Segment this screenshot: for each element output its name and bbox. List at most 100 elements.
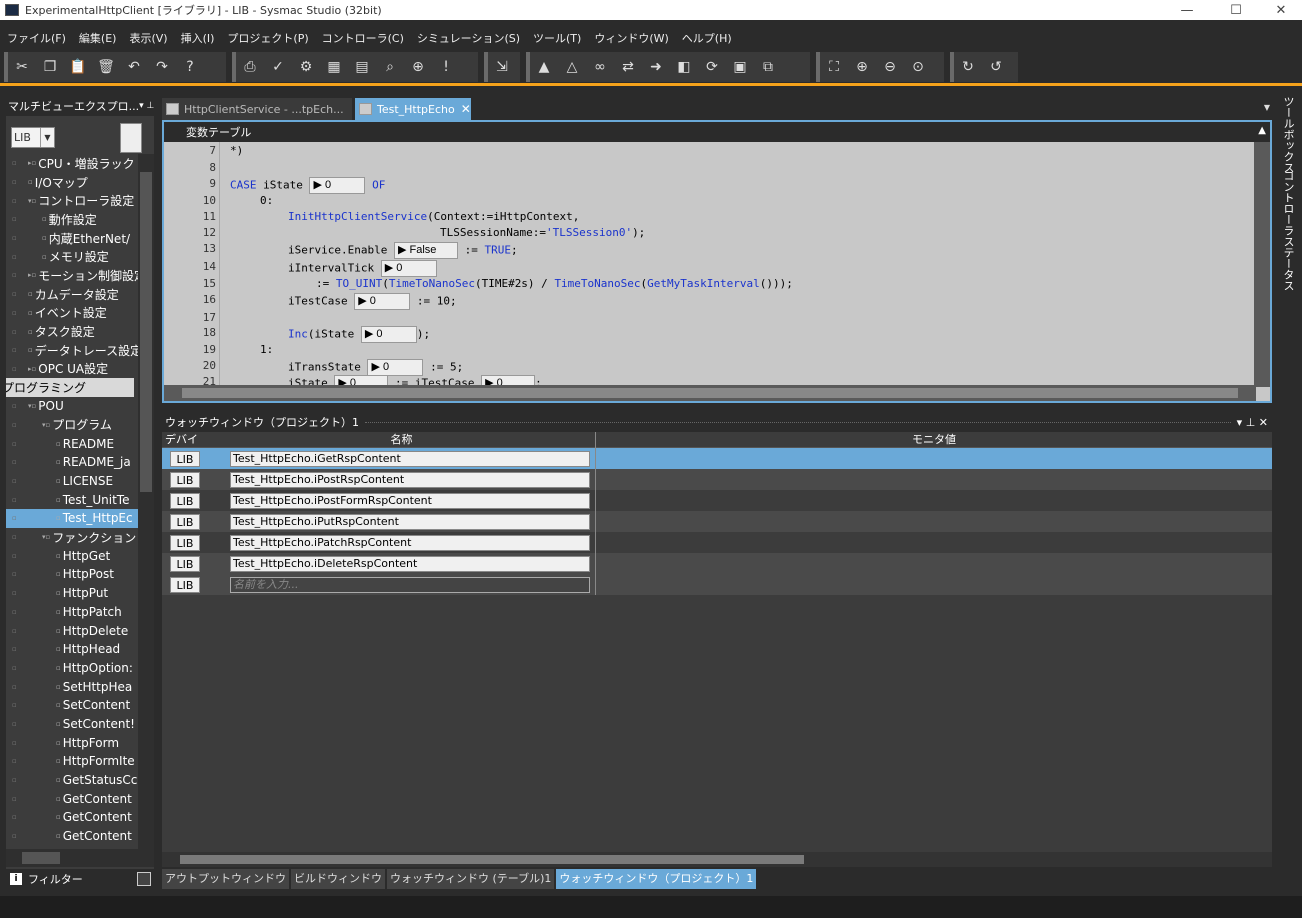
scroll-thumb[interactable] xyxy=(140,172,152,492)
monitor-value[interactable]: ▶ 0 xyxy=(367,359,424,376)
tree-node-icon[interactable]: ▫ xyxy=(56,496,61,504)
menu-window[interactable]: ウィンドウ(W) xyxy=(587,30,674,46)
monitor-value[interactable]: ▶ False xyxy=(393,242,458,259)
tree-node-icon[interactable]: ▫ xyxy=(42,234,47,242)
build-icon[interactable]: ⚙ xyxy=(294,56,318,78)
tree-item[interactable]: ▫ ▾▫ ファンクション xyxy=(6,528,138,547)
offline-icon[interactable]: △ xyxy=(560,56,584,78)
tree-node-icon[interactable]: ▫ xyxy=(56,720,61,728)
zoom-in-icon[interactable]: ⊕ xyxy=(850,56,874,78)
tree-item[interactable]: ▫ ▫ イベント設定 xyxy=(6,304,138,323)
scroll-thumb[interactable] xyxy=(22,852,60,864)
tab-watch-project[interactable]: ウォッチウィンドウ（プロジェクト）1 xyxy=(556,869,757,889)
tree-item[interactable]: ▫ ▫ 動作設定 xyxy=(6,210,138,229)
tree-item[interactable]: ▫ ▫ HttpHead xyxy=(6,640,138,659)
print-icon[interactable]: ⎙ xyxy=(238,56,262,78)
binoculars-icon[interactable]: ⊕ xyxy=(406,56,430,78)
tree-item[interactable]: ▫ ▫ SetContent! xyxy=(6,715,138,734)
tree-node-icon[interactable]: ▫ xyxy=(56,795,61,803)
tab-overflow-icon[interactable]: ▼ xyxy=(1264,103,1270,112)
column-name[interactable]: 名称 xyxy=(208,432,596,448)
help-icon[interactable]: ? xyxy=(178,56,202,78)
tree-node-icon[interactable]: ▫ xyxy=(42,215,47,223)
tab-httpclientservice[interactable]: HttpClientService - ...tpEch... xyxy=(162,98,352,120)
menu-edit[interactable]: 編集(E) xyxy=(72,30,123,46)
tree-node-icon[interactable]: ▫ xyxy=(56,739,61,747)
tree-item[interactable]: ▫ ▾▫ プログラム xyxy=(6,416,138,435)
menu-tools[interactable]: ツール(T) xyxy=(526,30,587,46)
paste-icon[interactable]: 📋 xyxy=(66,56,90,78)
device-selector[interactable]: LIB ▼ xyxy=(11,127,55,148)
watch-device-cell[interactable]: LIB xyxy=(170,577,200,593)
monitor-icon[interactable]: ▣ xyxy=(728,56,752,78)
tree-node-icon[interactable]: ▫ xyxy=(56,458,61,466)
tree-node-icon[interactable]: ▸▫ xyxy=(28,365,36,373)
tree-node-icon[interactable]: ▫ xyxy=(56,477,61,485)
tree-item[interactable]: ▫ ▫ GetStatusCc xyxy=(6,771,138,790)
sync-icon[interactable]: ∞ xyxy=(588,56,612,78)
tab-watch-table[interactable]: ウォッチウィンドウ (テーブル)1 xyxy=(387,869,555,889)
menu-controller[interactable]: コントローラ(C) xyxy=(315,30,410,46)
tree-item[interactable]: ▫ ▫ SetHttpHea xyxy=(6,677,138,696)
tab-close-icon[interactable]: ✕ xyxy=(461,102,471,116)
menu-simulation[interactable]: シミュレーション(S) xyxy=(410,30,526,46)
tree-item[interactable]: ▫ ▫ GetContent xyxy=(6,827,138,846)
tree-node-icon[interactable]: ▾▫ xyxy=(28,197,36,205)
tree-item[interactable]: ▫ ▫ カムデータ設定 xyxy=(6,285,138,304)
watch-name-cell[interactable]: Test_HttpEcho.iPatchRspContent xyxy=(230,535,590,551)
check-icon[interactable]: ✓ xyxy=(266,56,290,78)
monitor-value[interactable]: ▶ 0 xyxy=(354,293,411,310)
tree-item[interactable]: ▫ ▫ GetContent xyxy=(6,808,138,827)
tree-item[interactable]: ▫ ▫ HttpForm xyxy=(6,733,138,752)
compare-icon[interactable]: ▦ xyxy=(322,56,346,78)
controller-status-tab[interactable]: コントローラステータス xyxy=(1280,170,1296,291)
tree-node-icon[interactable]: ▾▫ xyxy=(42,421,50,429)
tree-item[interactable]: ▫ ▫ HttpPut xyxy=(6,584,138,603)
tree-item[interactable]: ▫ ▫ README xyxy=(6,434,138,453)
redo-icon[interactable]: ↷ xyxy=(150,56,174,78)
watch-new-row[interactable]: LIB 名前を入力... xyxy=(162,574,1272,595)
tree-item[interactable]: ▫ ▸▫ CPU・増設ラック xyxy=(6,154,138,173)
scroll-thumb[interactable] xyxy=(182,388,1238,398)
tree-item[interactable]: ▫ ▫ SetContent xyxy=(6,696,138,715)
minimize-button[interactable]: — xyxy=(1164,0,1210,20)
column-device[interactable]: デバイス xyxy=(162,432,208,462)
tree-node-icon[interactable]: ▸▫ xyxy=(28,271,36,279)
tree-node-icon[interactable]: ▫ xyxy=(56,683,61,691)
tree-item[interactable]: ▫ ▫ HttpPost xyxy=(6,565,138,584)
cut-icon[interactable]: ✂ xyxy=(10,56,34,78)
tree-item[interactable]: ▫ ▫ I/Oマップ xyxy=(6,173,138,192)
cross-reference-icon[interactable]: ▤ xyxy=(350,56,374,78)
fit-icon[interactable]: ⛶ xyxy=(822,56,846,78)
info-icon[interactable]: ! xyxy=(434,56,458,78)
menu-view[interactable]: 表示(V) xyxy=(122,30,173,46)
close-button[interactable]: ✕ xyxy=(1258,0,1302,20)
chevron-down-icon[interactable]: ▼ xyxy=(40,128,54,147)
tree-node-icon[interactable]: ▫ xyxy=(28,309,33,317)
tree-item[interactable]: ▫ ▫ 内蔵EtherNet/ xyxy=(6,229,138,248)
column-monitor-value[interactable]: モニタ値 xyxy=(596,432,1272,448)
watch-device-cell[interactable]: LIB xyxy=(170,472,200,488)
watch-device-cell[interactable]: LIB xyxy=(170,556,200,572)
menu-project[interactable]: プロジェクト(P) xyxy=(220,30,314,46)
watch-name-cell[interactable]: Test_HttpEcho.iPostFormRspContent xyxy=(230,493,590,509)
tree-item[interactable]: ▫ ▸▫ OPC UA設定 xyxy=(6,360,138,379)
watch-horizontal-scrollbar[interactable] xyxy=(162,852,1272,867)
tree-item[interactable]: プログラミング xyxy=(6,378,134,397)
watch-row[interactable]: LIB Test_HttpEcho.iPostFormRspContent xyxy=(162,490,1272,511)
tree-node-icon[interactable]: ▫ xyxy=(42,253,47,261)
tree-item[interactable]: ▫ ▫ Test_UnitTe xyxy=(6,490,138,509)
tree-item[interactable]: ▫ ▫ HttpFormIte xyxy=(6,752,138,771)
watch-row[interactable]: LIB Test_HttpEcho.iDeleteRspContent xyxy=(162,553,1272,574)
reset-icon[interactable]: ⟳ xyxy=(700,56,724,78)
tree-item[interactable]: ▫ ▾▫ コントローラ設定 xyxy=(6,191,138,210)
copy-icon[interactable]: ❐ xyxy=(38,56,62,78)
download-icon[interactable]: ➜ xyxy=(644,56,668,78)
variable-table-header[interactable]: 変数テーブル ▲ xyxy=(164,122,1270,142)
delete-icon[interactable]: 🗑 xyxy=(94,56,118,78)
watch-name-cell[interactable]: Test_HttpEcho.iGetRspContent xyxy=(230,451,590,467)
online-icon[interactable]: ▲ xyxy=(532,56,556,78)
tree-node-icon[interactable]: ▫ xyxy=(56,514,61,522)
watch-device-cell[interactable]: LIB xyxy=(170,493,200,509)
collapse-up-icon[interactable]: ▲ xyxy=(1258,125,1266,136)
